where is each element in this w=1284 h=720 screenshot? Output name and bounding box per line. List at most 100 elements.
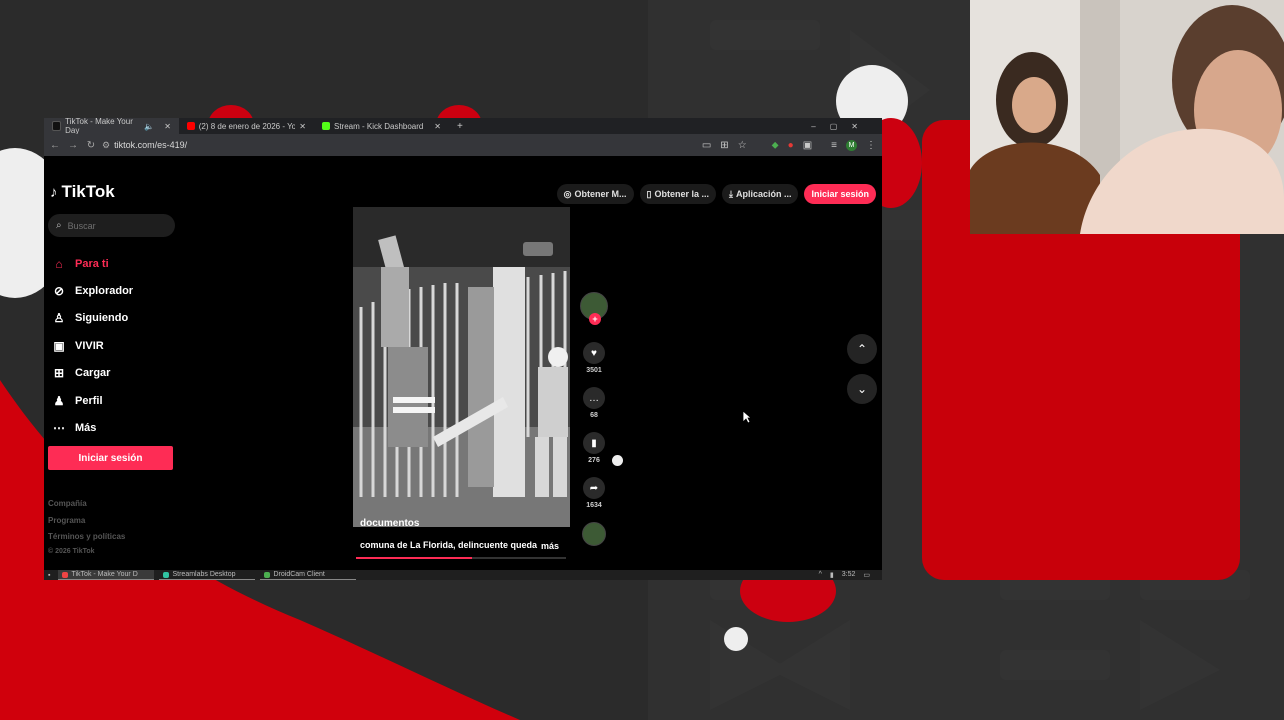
reload-icon[interactable]: ↻ xyxy=(80,140,102,151)
video-progress-bar[interactable] xyxy=(356,557,566,559)
next-video-chevron-down-icon[interactable]: ⌄ xyxy=(847,374,877,404)
overlay-white-dot xyxy=(724,627,748,651)
sidebar-login-button[interactable]: Iniciar sesión xyxy=(48,446,173,470)
webcam-image xyxy=(970,0,1284,234)
sidebar-item-label: VIVIR xyxy=(75,339,104,352)
sidebar-item-siguiendo[interactable]: ♙ Siguiendo xyxy=(50,305,133,332)
video-username[interactable]: documentos xyxy=(360,518,419,529)
sidebar-item-label: Más xyxy=(75,422,97,435)
like-heart-icon[interactable]: ♥ xyxy=(583,342,605,364)
site-info-icon[interactable]: ⚙ xyxy=(102,140,110,151)
taskbar-item-streamlabs[interactable]: Streamlabs Desktop xyxy=(159,570,256,580)
bookmark-icon[interactable]: ▮ xyxy=(583,432,605,454)
tab-kick[interactable]: Stream - Kick Dashboard ✕ xyxy=(314,118,449,134)
taskbar-label: DroidCam Client xyxy=(273,571,325,578)
pill-label: Obtener M... xyxy=(574,189,627,199)
forward-icon[interactable]: → xyxy=(66,140,80,151)
profile-icon: ♟ xyxy=(53,393,65,408)
sidebar-item-vivir[interactable]: ▣ VIVIR xyxy=(50,332,133,359)
sidebar-item-label: Perfil xyxy=(75,394,103,407)
video-description: comuna de La Florida, delincuente queda xyxy=(360,540,538,550)
browser-icon xyxy=(62,571,69,578)
mouse-cursor-icon xyxy=(742,410,752,424)
search-input[interactable]: ⌕ Buscar xyxy=(48,214,175,237)
creator-avatar[interactable]: + xyxy=(580,292,608,325)
video-progress-fill xyxy=(356,557,472,559)
close-tab-icon[interactable]: ✕ xyxy=(299,122,306,131)
sidebar-item-label: Siguiendo xyxy=(75,312,129,325)
share-icon[interactable]: ➦ xyxy=(583,477,605,499)
start-icon[interactable]: ▪ xyxy=(48,572,50,579)
window-controls[interactable]: –▢✕ xyxy=(811,122,872,131)
close-tab-icon[interactable]: ✕ xyxy=(434,122,441,131)
like-count: 3501 xyxy=(586,367,602,374)
tab-strip: TikTok - Make Your Day 🔈 ✕ (2) 8 de ener… xyxy=(44,118,882,135)
footer-link-terms[interactable]: Términos y políticas xyxy=(48,529,125,546)
get-app-button[interactable]: ▯ Obtener la ... xyxy=(639,184,716,204)
translate-icon[interactable]: ⊞ xyxy=(720,140,728,151)
cast-icon[interactable]: ▭ xyxy=(702,140,711,151)
tray-arrow-icon[interactable]: ^ xyxy=(819,571,822,579)
profile-avatar-icon[interactable]: M xyxy=(846,139,857,151)
sidebar-item-perfil[interactable]: ♟ Perfil xyxy=(50,387,133,414)
close-tab-icon[interactable]: ✕ xyxy=(164,122,171,131)
top-actions: ◎ Obtener M... ▯ Obtener la ... ⤓ Aplica… xyxy=(556,184,876,204)
previous-video-chevron-up-icon[interactable]: ⌃ xyxy=(847,334,877,364)
back-icon[interactable]: ← xyxy=(44,140,66,151)
os-taskbar: ▪ TikTok - Make Your D Streamlabs Deskto… xyxy=(44,570,882,580)
comment-icon[interactable]: … xyxy=(583,387,605,409)
bookmark-star-icon[interactable]: ☆ xyxy=(738,140,747,151)
taskbar-item-droidcam[interactable]: DroidCam Client xyxy=(260,570,357,580)
new-tab-button[interactable]: + xyxy=(457,121,463,132)
speaker-icon[interactable]: 🔈 xyxy=(144,122,154,131)
sidebar-item-cargar[interactable]: ⊞ Cargar xyxy=(50,360,133,387)
extension-green-icon[interactable]: ⬥ xyxy=(772,140,779,151)
taskbar-label: TikTok - Make Your D xyxy=(71,571,138,578)
droidcam-icon xyxy=(264,571,271,578)
browser-menu-icon[interactable]: ⋮ xyxy=(866,140,876,151)
sidebar-item-label: Cargar xyxy=(75,367,111,380)
music-disc-avatar[interactable] xyxy=(582,522,606,546)
sidebar-item-mas[interactable]: ⋯ Más xyxy=(50,414,133,441)
notification-icon[interactable]: ▭ xyxy=(863,571,870,579)
get-coins-button[interactable]: ◎ Obtener M... xyxy=(556,184,634,204)
compass-icon: ⊘ xyxy=(53,284,65,299)
search-icon: ⌕ xyxy=(56,220,62,231)
tiktok-logo-text: TikTok xyxy=(61,182,115,201)
browser-window: TikTok - Make Your Day 🔈 ✕ (2) 8 de ener… xyxy=(44,118,882,580)
sidebar-item-para-ti[interactable]: ⌂ Para ti xyxy=(50,250,133,277)
footer-link-program[interactable]: Programa xyxy=(48,513,125,530)
phone-icon: ▯ xyxy=(646,188,652,199)
tiktok-logo[interactable]: ♪ TikTok xyxy=(50,182,115,202)
extensions-puzzle-icon[interactable]: ▣ xyxy=(803,140,812,151)
tab-label: Stream - Kick Dashboard xyxy=(334,121,424,131)
volume-icon[interactable]: ▮ xyxy=(830,571,834,579)
tab-tiktok[interactable]: TikTok - Make Your Day 🔈 ✕ xyxy=(44,118,179,135)
home-icon: ⌂ xyxy=(55,256,63,271)
sidebar-item-explorador[interactable]: ⊘ Explorador xyxy=(50,277,133,304)
header-login-button[interactable]: Iniciar sesión xyxy=(804,184,876,204)
see-more-link[interactable]: más xyxy=(541,541,559,551)
follow-plus-icon[interactable]: + xyxy=(589,313,601,325)
sidebar-item-label: Explorador xyxy=(75,285,134,298)
url-field[interactable]: tiktok.com/es-419/ xyxy=(114,140,187,150)
extension-red-icon[interactable]: ● xyxy=(788,140,794,151)
pill-label: Aplicación ... xyxy=(735,189,792,199)
desktop-app-button[interactable]: ⤓ Aplicación ... xyxy=(721,184,799,204)
footer-link-company[interactable]: Compañía xyxy=(48,496,125,513)
media-icon[interactable]: ≡ xyxy=(831,140,837,151)
taskbar-label: Streamlabs Desktop xyxy=(172,571,236,578)
tab-label: TikTok - Make Your Day xyxy=(65,118,133,135)
taskbar-item-tiktok[interactable]: TikTok - Make Your D xyxy=(58,570,155,580)
pill-label: Obtener la ... xyxy=(654,189,709,199)
tiktok-note-icon: ♪ xyxy=(50,183,58,201)
search-placeholder: Buscar xyxy=(67,220,96,231)
footer-copyright: © 2026 TikTok xyxy=(48,547,95,555)
toolbar-icons: ▭ ⊞ ☆ ⬥ ● ▣ ≡ M ⋮ xyxy=(702,134,876,156)
youtube-favicon-icon xyxy=(187,122,195,130)
save-count: 276 xyxy=(588,457,600,464)
video-player[interactable] xyxy=(353,207,570,527)
tiktok-favicon-icon xyxy=(52,121,62,131)
tab-youtube[interactable]: (2) 8 de enero de 2026 - YouTube ✕ xyxy=(179,118,314,134)
clock[interactable]: 3:52 xyxy=(842,571,856,579)
